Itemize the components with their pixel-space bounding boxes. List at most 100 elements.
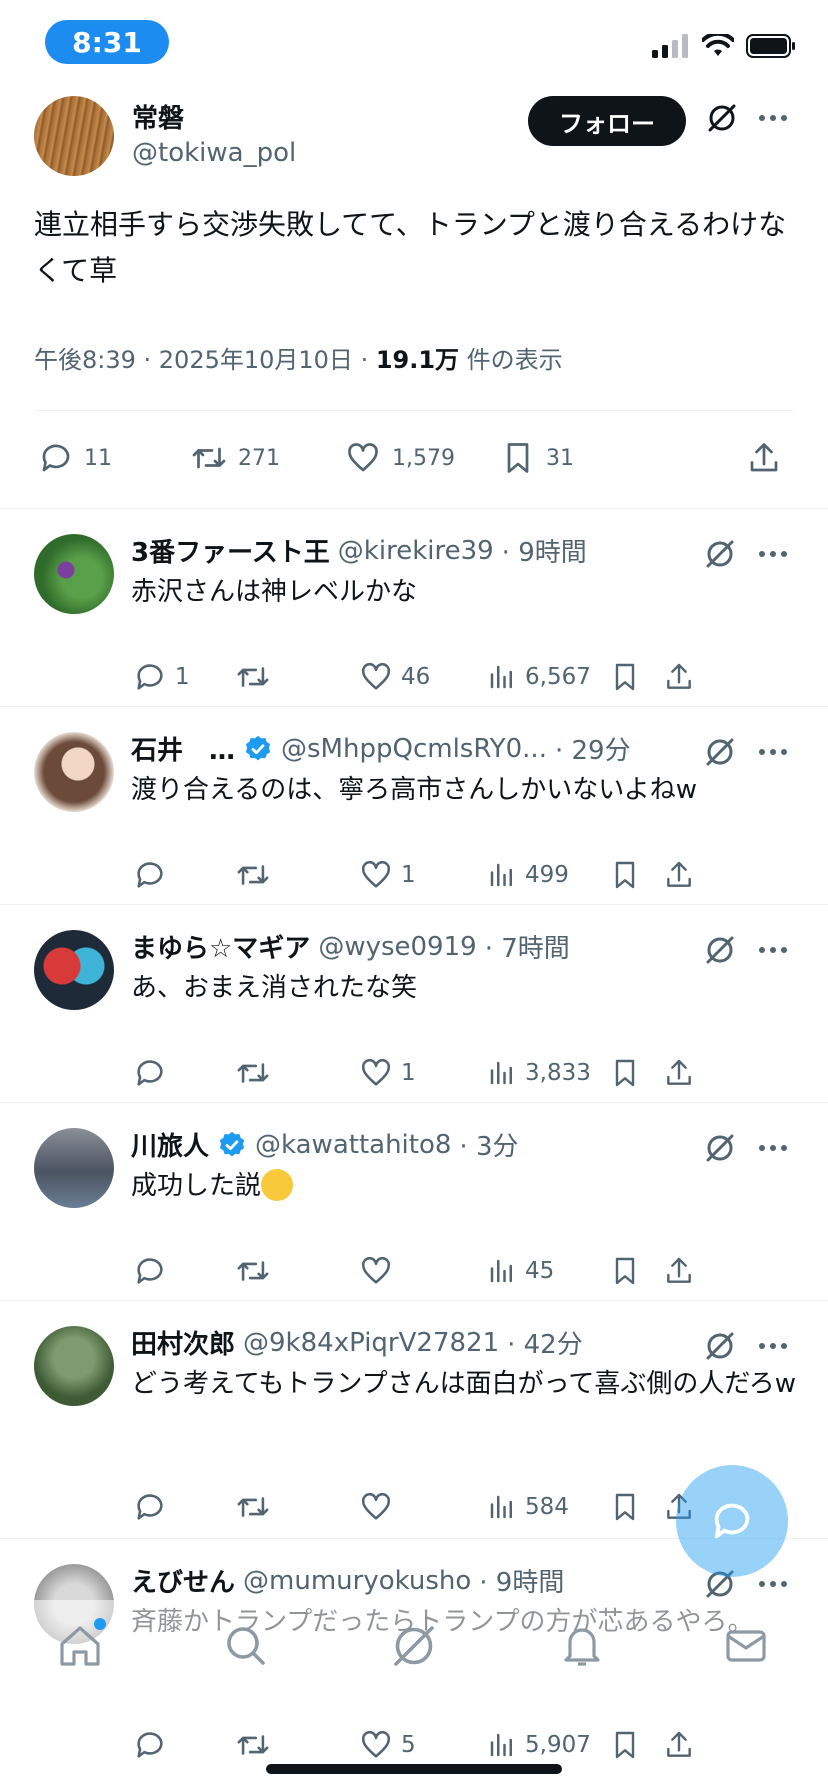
reply-count: 1 xyxy=(175,664,190,690)
share-icon xyxy=(667,663,691,689)
views-button[interactable]: 5,907 xyxy=(487,1728,591,1762)
retweet-button[interactable] xyxy=(235,858,279,892)
author-name[interactable]: 石井 … xyxy=(131,730,235,767)
reply-button[interactable]: 1 xyxy=(133,660,190,694)
tweet-text: 連立相手すら交渉失敗してて、トランプと渡り合えるわけなくて草 xyxy=(34,208,787,287)
more-icon[interactable] xyxy=(758,102,788,134)
avatar[interactable] xyxy=(34,930,114,1010)
reply-icon xyxy=(42,444,70,472)
more-icon[interactable] xyxy=(758,736,788,768)
views-icon xyxy=(490,665,512,689)
more-icon[interactable] xyxy=(758,1330,788,1362)
retweet-button[interactable] xyxy=(235,1056,279,1090)
reply-button[interactable] xyxy=(133,1254,175,1288)
reply-button[interactable] xyxy=(133,1056,175,1090)
author-handle[interactable]: @wyse0919 xyxy=(318,932,476,962)
reply-button[interactable] xyxy=(133,858,175,892)
author-handle[interactable]: @9k84xPiqrV27821 xyxy=(243,1328,499,1358)
heart-icon xyxy=(348,443,378,472)
grok-icon[interactable] xyxy=(704,1132,736,1164)
reply-tweet[interactable]: 石井 … @sMhppQcmlsRY0... · 29分 渡り合えるのは、寧ろ高市さん… xyxy=(0,708,828,906)
like-button[interactable]: 1 xyxy=(359,1056,416,1090)
author-handle[interactable]: @tokiwa_pol xyxy=(132,138,296,168)
share-button[interactable] xyxy=(663,1728,695,1762)
bookmark-button[interactable] xyxy=(609,1490,641,1524)
grok-icon[interactable] xyxy=(706,102,738,134)
author-name[interactable]: 田村次郎 xyxy=(131,1324,235,1361)
bookmark-button[interactable] xyxy=(609,1728,641,1762)
bookmark-button[interactable] xyxy=(609,858,641,892)
reply-icon xyxy=(137,1494,163,1520)
like-button[interactable]: 5 xyxy=(359,1728,416,1762)
author-handle[interactable]: @kawattahito8 xyxy=(255,1130,451,1160)
avatar[interactable] xyxy=(34,1326,114,1406)
grok-icon[interactable] xyxy=(704,1330,736,1362)
like-button[interactable]: 1,579 xyxy=(344,440,455,476)
share-button[interactable] xyxy=(663,660,695,694)
grok-icon[interactable] xyxy=(704,934,736,966)
author-name[interactable]: 常磐 xyxy=(132,98,184,135)
follow-button[interactable]: フォロー xyxy=(528,96,686,146)
heart-icon xyxy=(361,1256,391,1284)
share-button[interactable] xyxy=(663,1056,695,1090)
tab-search[interactable] xyxy=(222,1622,270,1670)
retweet-button[interactable] xyxy=(235,1728,279,1762)
bookmark-button[interactable]: 31 xyxy=(500,440,574,476)
retweet-button[interactable] xyxy=(235,1490,279,1524)
views-button[interactable]: 584 xyxy=(487,1490,569,1524)
reply-button[interactable] xyxy=(133,1728,175,1762)
reply-button[interactable]: 11 xyxy=(38,440,112,476)
share-button[interactable] xyxy=(746,440,782,476)
heart-icon xyxy=(361,1058,391,1086)
bookmark-button[interactable] xyxy=(609,660,641,694)
tab-notifications[interactable] xyxy=(558,1622,606,1670)
views-button[interactable]: 6,567 xyxy=(487,660,591,694)
tab-home[interactable] xyxy=(56,1618,106,1670)
author-handle[interactable]: @sMhppQcmlsRY0... xyxy=(281,734,547,764)
views-button[interactable]: 45 xyxy=(487,1254,554,1288)
reply-button[interactable] xyxy=(133,1490,175,1524)
views-button[interactable]: 3,833 xyxy=(487,1056,591,1090)
like-button[interactable]: 1 xyxy=(359,858,416,892)
author-handle[interactable]: @kirekire39 xyxy=(338,536,494,566)
more-icon[interactable] xyxy=(758,538,788,570)
reply-fab[interactable] xyxy=(676,1465,788,1577)
retweet-button[interactable]: 271 xyxy=(190,440,280,476)
author-name[interactable]: 3番ファースト王 xyxy=(131,532,330,569)
avatar[interactable] xyxy=(34,96,114,176)
tab-grok[interactable] xyxy=(390,1622,438,1670)
more-icon[interactable] xyxy=(758,1568,788,1600)
grok-icon[interactable] xyxy=(704,736,736,768)
grok-icon[interactable] xyxy=(704,538,736,570)
reply-header: えびせん @mumuryokusho · 9時間 xyxy=(131,1562,691,1599)
like-button[interactable] xyxy=(359,1254,401,1288)
bookmark-button[interactable] xyxy=(609,1254,641,1288)
more-icon[interactable] xyxy=(758,934,788,966)
like-button[interactable]: 46 xyxy=(359,660,430,694)
avatar[interactable] xyxy=(34,534,114,614)
avatar[interactable] xyxy=(34,732,114,812)
like-button[interactable] xyxy=(359,1490,401,1524)
retweet-button[interactable] xyxy=(235,1254,279,1288)
reply-header: 川旅人 @kawattahito8 · 3分 xyxy=(131,1126,691,1163)
reply-tweet[interactable]: 3番ファースト王 @kirekire39 · 9時間 赤沢さんは神レベルかな 1 46 6,… xyxy=(0,510,828,708)
reply-icon xyxy=(137,1258,163,1284)
author-handle[interactable]: @mumuryokusho xyxy=(243,1566,471,1596)
avatar[interactable] xyxy=(34,1128,114,1208)
author-name[interactable]: 川旅人 xyxy=(131,1126,209,1163)
reply-tweet[interactable]: まゆら☆マギア @wyse0919 · 7時間 あ、おまえ消されたな笑 1 3,833 xyxy=(0,906,828,1104)
share-button[interactable] xyxy=(663,1254,695,1288)
tab-messages[interactable] xyxy=(722,1622,770,1670)
view-count[interactable]: 19.1万 xyxy=(376,346,459,374)
view-count: 5,907 xyxy=(525,1732,591,1758)
retweet-button[interactable] xyxy=(235,660,279,694)
share-button[interactable] xyxy=(663,858,695,892)
reply-tweet[interactable]: 田村次郎 @9k84xPiqrV27821 · 42分 どう考えてもトランプさんは面白… xyxy=(0,1302,828,1521)
more-icon[interactable] xyxy=(758,1132,788,1164)
reply-tweet[interactable]: 川旅人 @kawattahito8 · 3分 成功した説 45 xyxy=(0,1104,828,1302)
views-button[interactable]: 499 xyxy=(487,858,569,892)
author-name[interactable]: まゆら☆マギア xyxy=(131,928,310,965)
view-count-suffix: 件の表示 xyxy=(459,346,563,374)
author-name[interactable]: えびせん xyxy=(131,1562,235,1599)
bookmark-button[interactable] xyxy=(609,1056,641,1090)
